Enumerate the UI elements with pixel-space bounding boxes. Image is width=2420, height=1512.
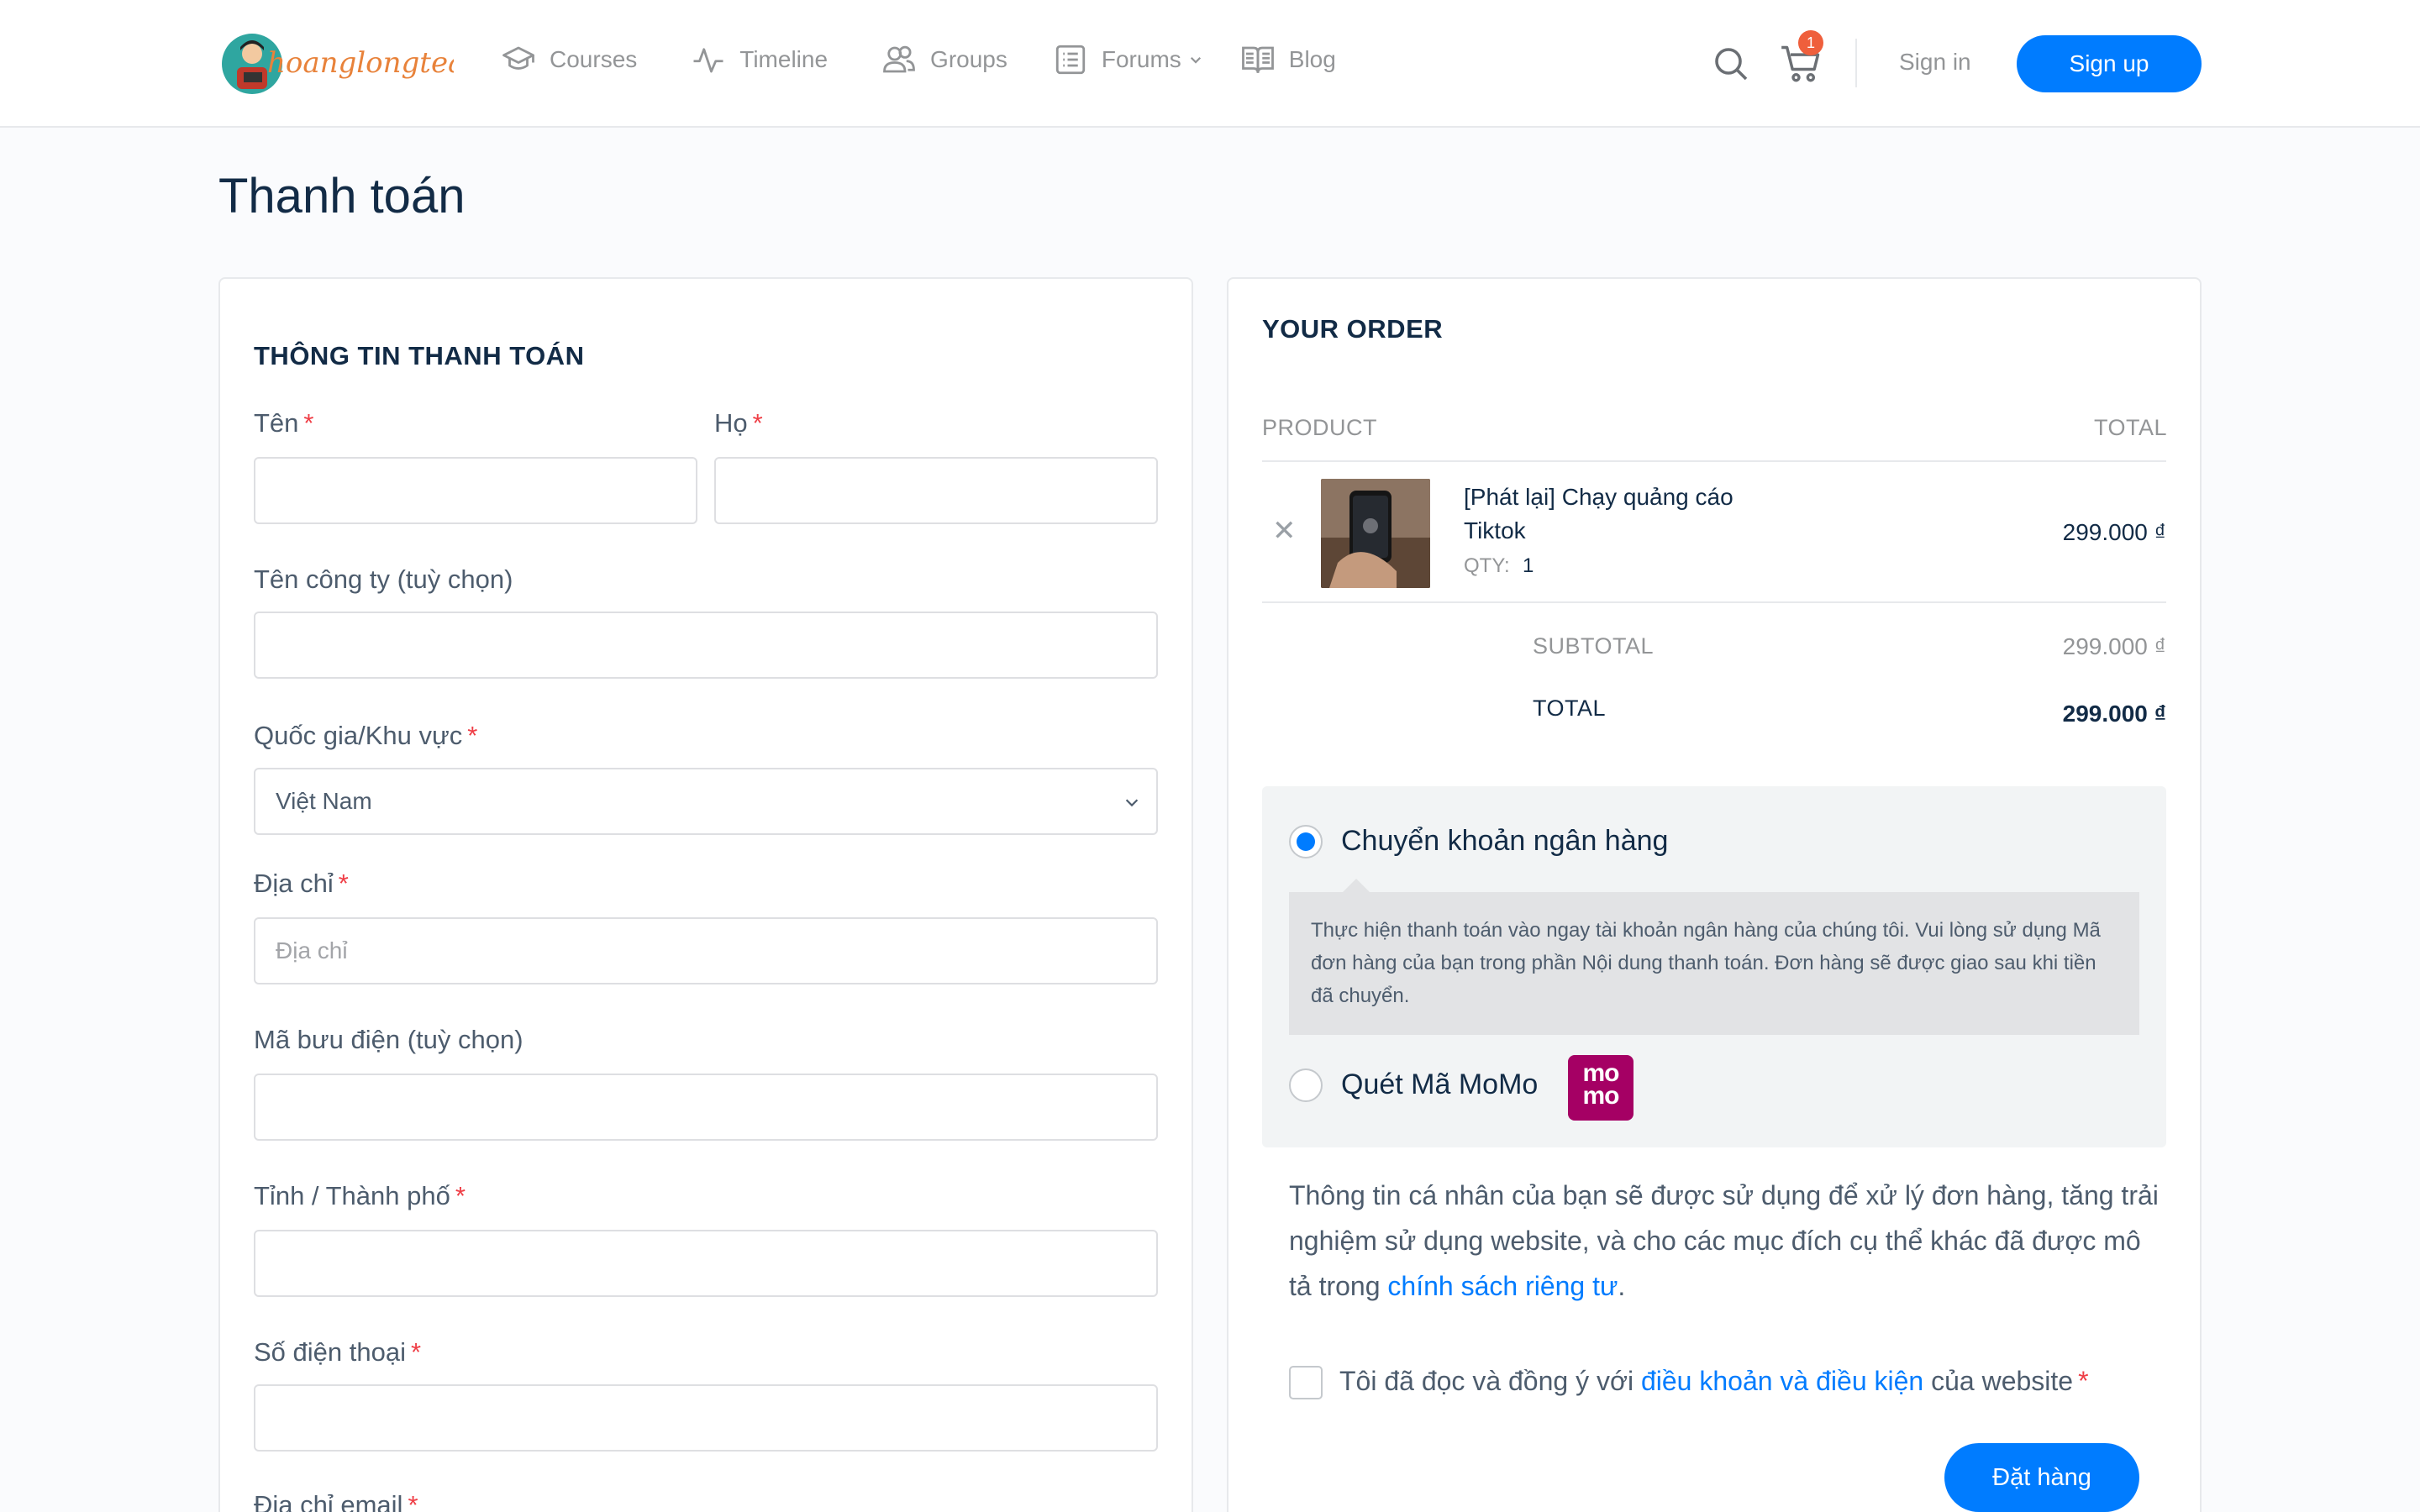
page-title: Thanh toán: [218, 169, 466, 223]
privacy-policy-link[interactable]: chính sách riêng tư: [1387, 1271, 1618, 1301]
order-heading: YOUR ORDER: [1262, 314, 1444, 344]
first-name-label: Tên *: [254, 408, 314, 438]
product-name[interactable]: [Phát lại] Chạy quảng cáo Tiktok: [1464, 480, 1800, 548]
terms-checkbox[interactable]: [1289, 1366, 1323, 1399]
nav-courses-label: Courses: [550, 46, 638, 72]
nav-groups-label: Groups: [930, 46, 1007, 72]
book-icon: [1241, 46, 1274, 73]
last-name-field[interactable]: [714, 457, 1158, 524]
qty-value: 1: [1523, 554, 1534, 577]
users-icon: [883, 45, 915, 73]
divider: [1262, 460, 2166, 462]
header-divider: [1855, 39, 1857, 87]
nav-forums-label: Forums: [1101, 46, 1181, 72]
total-column-header: TOTAL: [2094, 415, 2168, 440]
momo-label[interactable]: Quét Mã MoMo: [1341, 1068, 1538, 1101]
momo-radio[interactable]: [1289, 1068, 1323, 1102]
phone-field[interactable]: [254, 1384, 1158, 1452]
nav-courses[interactable]: Courses: [501, 42, 637, 77]
nav-blog[interactable]: Blog: [1240, 42, 1336, 77]
country-select-value: Việt Nam: [276, 788, 372, 814]
terms-text: Tôi đã đọc và đồng ý với: [1339, 1366, 1641, 1396]
privacy-text-end: .: [1618, 1271, 1626, 1301]
city-field[interactable]: [254, 1230, 1158, 1297]
country-select[interactable]: Việt Nam: [254, 768, 1158, 835]
chevron-down-icon: [1125, 799, 1139, 807]
qty-label: QTY:: [1464, 554, 1510, 577]
nav-blog-label: Blog: [1288, 46, 1336, 72]
item-price: 299.000 ₫: [2062, 519, 2166, 545]
phone-label: Số điện thoại *: [254, 1337, 422, 1367]
postcode-field[interactable]: [254, 1074, 1158, 1141]
email-label: Địa chỉ email *: [254, 1490, 418, 1512]
bank-transfer-radio[interactable]: [1289, 825, 1323, 858]
chevron-down-icon: [1190, 56, 1201, 64]
sign-in-link[interactable]: Sign in: [1899, 49, 1971, 76]
graduation-cap-icon: [502, 46, 534, 70]
total-label: TOTAL: [1533, 696, 1607, 721]
postcode-label: Mã bưu điện (tuỳ chọn): [254, 1025, 523, 1054]
city-label: Tỉnh / Thành phố *: [254, 1181, 466, 1210]
terms-link[interactable]: điều khoản và điều kiện: [1641, 1366, 1923, 1396]
terms-label: Tôi đã đọc và đồng ý với điều khoản và đ…: [1339, 1366, 2089, 1396]
nav-groups[interactable]: Groups: [881, 42, 1007, 77]
bank-transfer-description: Thực hiện thanh toán vào ngay tài khoản …: [1289, 892, 2139, 1035]
sign-up-button[interactable]: Sign up: [2017, 35, 2202, 92]
country-label: Quốc gia/Khu vực *: [254, 721, 478, 750]
divider: [1262, 601, 2166, 603]
subtotal-label: SUBTOTAL: [1533, 633, 1655, 659]
product-column-header: PRODUCT: [1262, 415, 1377, 440]
search-icon[interactable]: [1711, 44, 1751, 84]
company-field[interactable]: [254, 612, 1158, 679]
address-field[interactable]: [254, 917, 1158, 984]
list-icon: [1055, 45, 1086, 75]
cart-count-badge: 1: [1798, 30, 1823, 55]
bank-transfer-label[interactable]: Chuyển khoản ngân hàng: [1341, 825, 1668, 858]
total-value: 299.000 ₫: [2062, 701, 2166, 727]
site-logo[interactable]: hoanglongteam: [218, 29, 454, 99]
site-header: hoanglongteam Courses Timeline Groups: [0, 0, 2420, 128]
svg-text:hoanglongteam: hoanglongteam: [267, 46, 454, 80]
nav-timeline-label: Timeline: [739, 46, 829, 72]
remove-item-button[interactable]: ✕: [1272, 514, 1297, 548]
place-order-button[interactable]: Đặt hàng: [1944, 1443, 2139, 1512]
nav-forums[interactable]: Forums: [1053, 42, 1203, 77]
privacy-notice: Thông tin cá nhân của bạn sẽ được sử dụn…: [1289, 1173, 2163, 1309]
first-name-field[interactable]: [254, 457, 697, 524]
address-label: Địa chỉ *: [254, 869, 349, 898]
nav-timeline[interactable]: Timeline: [691, 42, 828, 77]
subtotal-value: 299.000 ₫: [2062, 633, 2166, 659]
description-pointer: [1343, 879, 1370, 892]
product-thumbnail[interactable]: [1321, 479, 1430, 588]
terms-text-end: của website: [1923, 1366, 2074, 1396]
last-name-label: Họ *: [714, 408, 763, 438]
activity-icon: [693, 48, 723, 73]
phone-in-hand-image: [1321, 479, 1430, 588]
main-nav: Courses Timeline Groups Forums Blog: [501, 42, 1336, 77]
billing-heading: THÔNG TIN THANH TOÁN: [254, 341, 585, 370]
momo-logo: mo mo: [1568, 1055, 1634, 1121]
company-label: Tên công ty (tuỳ chọn): [254, 564, 513, 594]
